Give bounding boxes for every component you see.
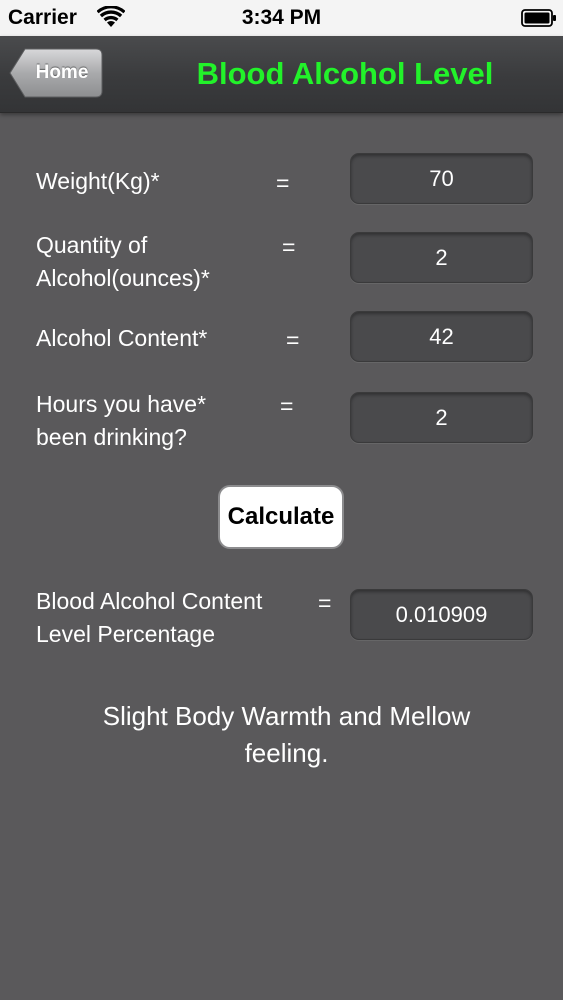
status-bar: Carrier 3:34 PM <box>0 0 563 36</box>
result-equals: = <box>318 590 332 616</box>
alcohol-content-label: Alcohol Content* <box>36 325 208 351</box>
weight-equals: = <box>276 170 290 196</box>
quantity-label-line2: Alcohol(ounces)* <box>36 265 210 291</box>
result-message: Slight Body Warmth and Mellow feeling. <box>40 698 533 772</box>
hours-equals: = <box>280 393 294 419</box>
quantity-field[interactable]: 2 <box>350 232 533 283</box>
weight-field[interactable]: 70 <box>350 153 533 204</box>
hours-field[interactable]: 2 <box>350 392 533 443</box>
calculate-button[interactable]: Calculate <box>218 485 344 549</box>
navigation-bar: Home Blood Alcohol Level <box>0 36 563 113</box>
result-value-field: 0.010909 <box>350 589 533 640</box>
hours-label-line1: Hours you have* <box>36 391 207 417</box>
alcohol-content-field[interactable]: 42 <box>350 311 533 362</box>
result-label-line2: Level Percentage <box>36 621 216 647</box>
result-message-line1: Slight Body Warmth and Mellow <box>102 701 471 731</box>
hours-label-line2: been drinking? <box>36 424 187 450</box>
alcohol-content-equals: = <box>286 327 300 353</box>
result-message-line2: feeling. <box>244 738 329 768</box>
page-title: Blood Alcohol Level <box>196 56 494 91</box>
quantity-equals: = <box>282 234 296 260</box>
battery-icon <box>521 9 557 27</box>
weight-label: Weight(Kg)* <box>36 168 160 194</box>
quantity-label-line1: Quantity of <box>36 232 148 258</box>
home-button-label: Home <box>35 62 89 83</box>
result-label-line1: Blood Alcohol Content <box>36 588 263 614</box>
home-back-button[interactable]: Home <box>9 48 103 98</box>
status-time: 3:34 PM <box>241 6 322 29</box>
